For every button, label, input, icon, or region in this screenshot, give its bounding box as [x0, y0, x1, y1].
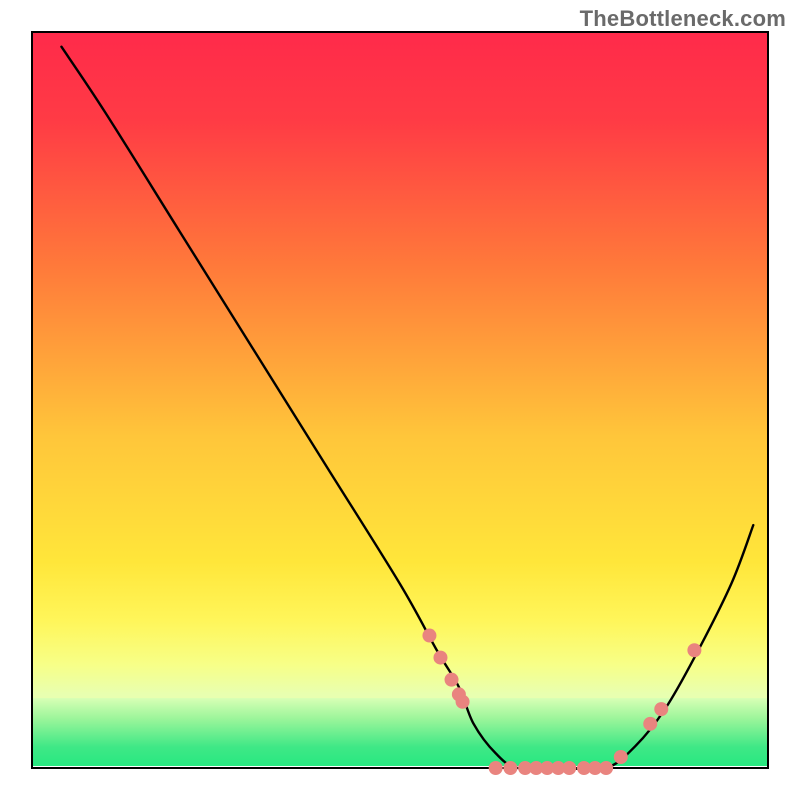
bottleneck-chart: [0, 0, 800, 800]
curve-marker: [643, 717, 657, 731]
curve-marker: [687, 643, 701, 657]
curve-marker: [599, 761, 613, 775]
chart-stage: TheBottleneck.com: [0, 0, 800, 800]
curve-marker: [654, 702, 668, 716]
heat-background: [32, 32, 768, 768]
watermark-label: TheBottleneck.com: [580, 6, 786, 32]
curve-marker: [503, 761, 517, 775]
curve-marker: [489, 761, 503, 775]
curve-marker: [614, 750, 628, 764]
curve-marker: [562, 761, 576, 775]
curve-marker: [422, 629, 436, 643]
plot-area: [32, 32, 768, 775]
curve-marker: [445, 673, 459, 687]
curve-marker: [456, 695, 470, 709]
curve-marker: [433, 651, 447, 665]
